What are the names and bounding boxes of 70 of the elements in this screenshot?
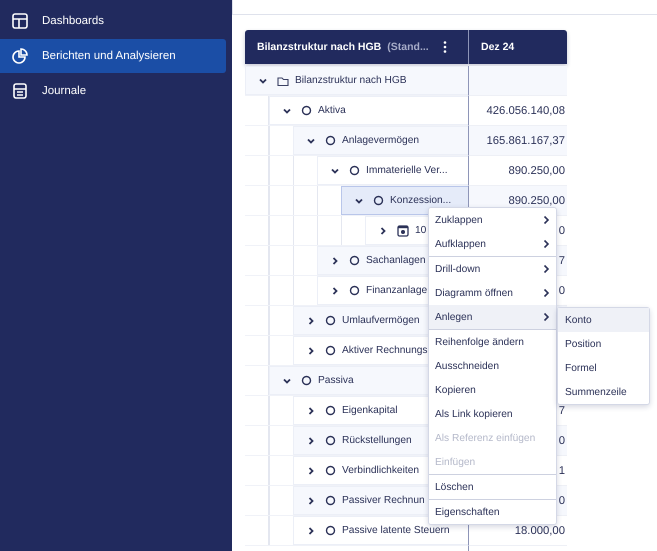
folder-icon: [277, 74, 289, 86]
tree-row[interactable]: Anlagevermögen: [293, 126, 468, 155]
circle-icon: [325, 405, 336, 416]
circle-icon: [349, 165, 360, 176]
account-icon: [397, 224, 409, 236]
chevron-right-icon: [542, 264, 550, 274]
tree-row[interactable]: Aktiva: [269, 96, 468, 125]
table-cell: 165.861.167,37: [469, 126, 567, 156]
menu-item[interactable]: Konto: [558, 308, 649, 332]
chevron-right-icon: [306, 496, 316, 506]
row-label: Passiver Rechnun: [342, 495, 425, 506]
sidebar-item[interactable]: Dashboards: [0, 4, 226, 38]
journal-icon: [12, 83, 28, 99]
circle-icon: [373, 195, 384, 206]
circle-icon: [325, 135, 336, 146]
chevron-right-icon: [330, 256, 340, 266]
row-label: Bilanzstruktur nach HGB: [295, 75, 407, 86]
row-label: Konzession...: [390, 195, 452, 206]
tree-row[interactable]: Konzession...: [341, 186, 468, 215]
layout-icon: [12, 13, 28, 29]
row-label: Aktiver Rechnungs: [342, 345, 428, 356]
row-label: Aktiva: [318, 105, 346, 116]
chevron-right-icon: [306, 526, 316, 536]
row-label: 10: [415, 225, 426, 236]
pie-chart-icon: [12, 48, 28, 64]
circle-icon: [325, 465, 336, 476]
row-label: Sachanlagen: [366, 255, 426, 266]
row-label: Verbindlichkeiten: [342, 465, 420, 476]
more-icon[interactable]: [442, 41, 447, 53]
column-title: Bilanzstruktur nach HGB: [257, 41, 382, 53]
row-label: Passiva: [318, 375, 354, 386]
menu-item[interactable]: Anlegen: [429, 305, 556, 329]
column-subtitle: (Stand...: [387, 41, 429, 53]
chevron-right-icon: [306, 436, 316, 446]
chevron-right-icon: [330, 286, 340, 296]
chevron-right-icon: [378, 226, 388, 236]
circle-icon: [301, 375, 312, 386]
chevron-right-icon: [306, 346, 316, 356]
chevron-right-icon: [542, 288, 550, 298]
menu-item[interactable]: Formel: [558, 356, 649, 380]
menu-item[interactable]: Eigenschaften: [429, 500, 556, 524]
sidebar-item[interactable]: Berichten und Analysieren: [0, 39, 226, 73]
tree-row[interactable]: Bilanzstruktur nach HGB: [245, 66, 468, 95]
row-label: Immaterielle Ver...: [366, 165, 448, 176]
row-label: Rückstellungen: [342, 435, 412, 446]
menu-item[interactable]: Position: [558, 332, 649, 356]
row-label: Umlaufvermögen: [342, 315, 420, 326]
circle-icon: [325, 345, 336, 356]
row-label: Finanzanlage: [366, 285, 428, 296]
circle-icon: [325, 315, 336, 326]
row-label: Passive latente Steuern: [342, 525, 450, 536]
circle-icon: [325, 525, 336, 536]
circle-icon: [349, 255, 360, 266]
sidebar-item[interactable]: Journale: [0, 74, 226, 108]
row-label: Anlagevermögen: [342, 135, 420, 146]
circle-icon: [301, 105, 312, 116]
chevron-right-icon: [542, 215, 550, 225]
menu-item[interactable]: Löschen: [429, 475, 556, 499]
tree-row[interactable]: Immaterielle Ver...: [317, 156, 468, 185]
circle-icon: [325, 435, 336, 446]
circle-icon: [349, 285, 360, 296]
chevron-right-icon: [306, 466, 316, 476]
chevron-right-icon: [306, 316, 316, 326]
circle-icon: [325, 495, 336, 506]
tree-row[interactable]: Passive latente Steuern: [293, 516, 468, 545]
chevron-right-icon: [542, 312, 550, 322]
column-header: Dez 24: [480, 40, 514, 55]
chevron-right-icon: [542, 239, 550, 249]
row-label: Eigenkapital: [342, 405, 398, 416]
chevron-right-icon: [306, 406, 316, 416]
